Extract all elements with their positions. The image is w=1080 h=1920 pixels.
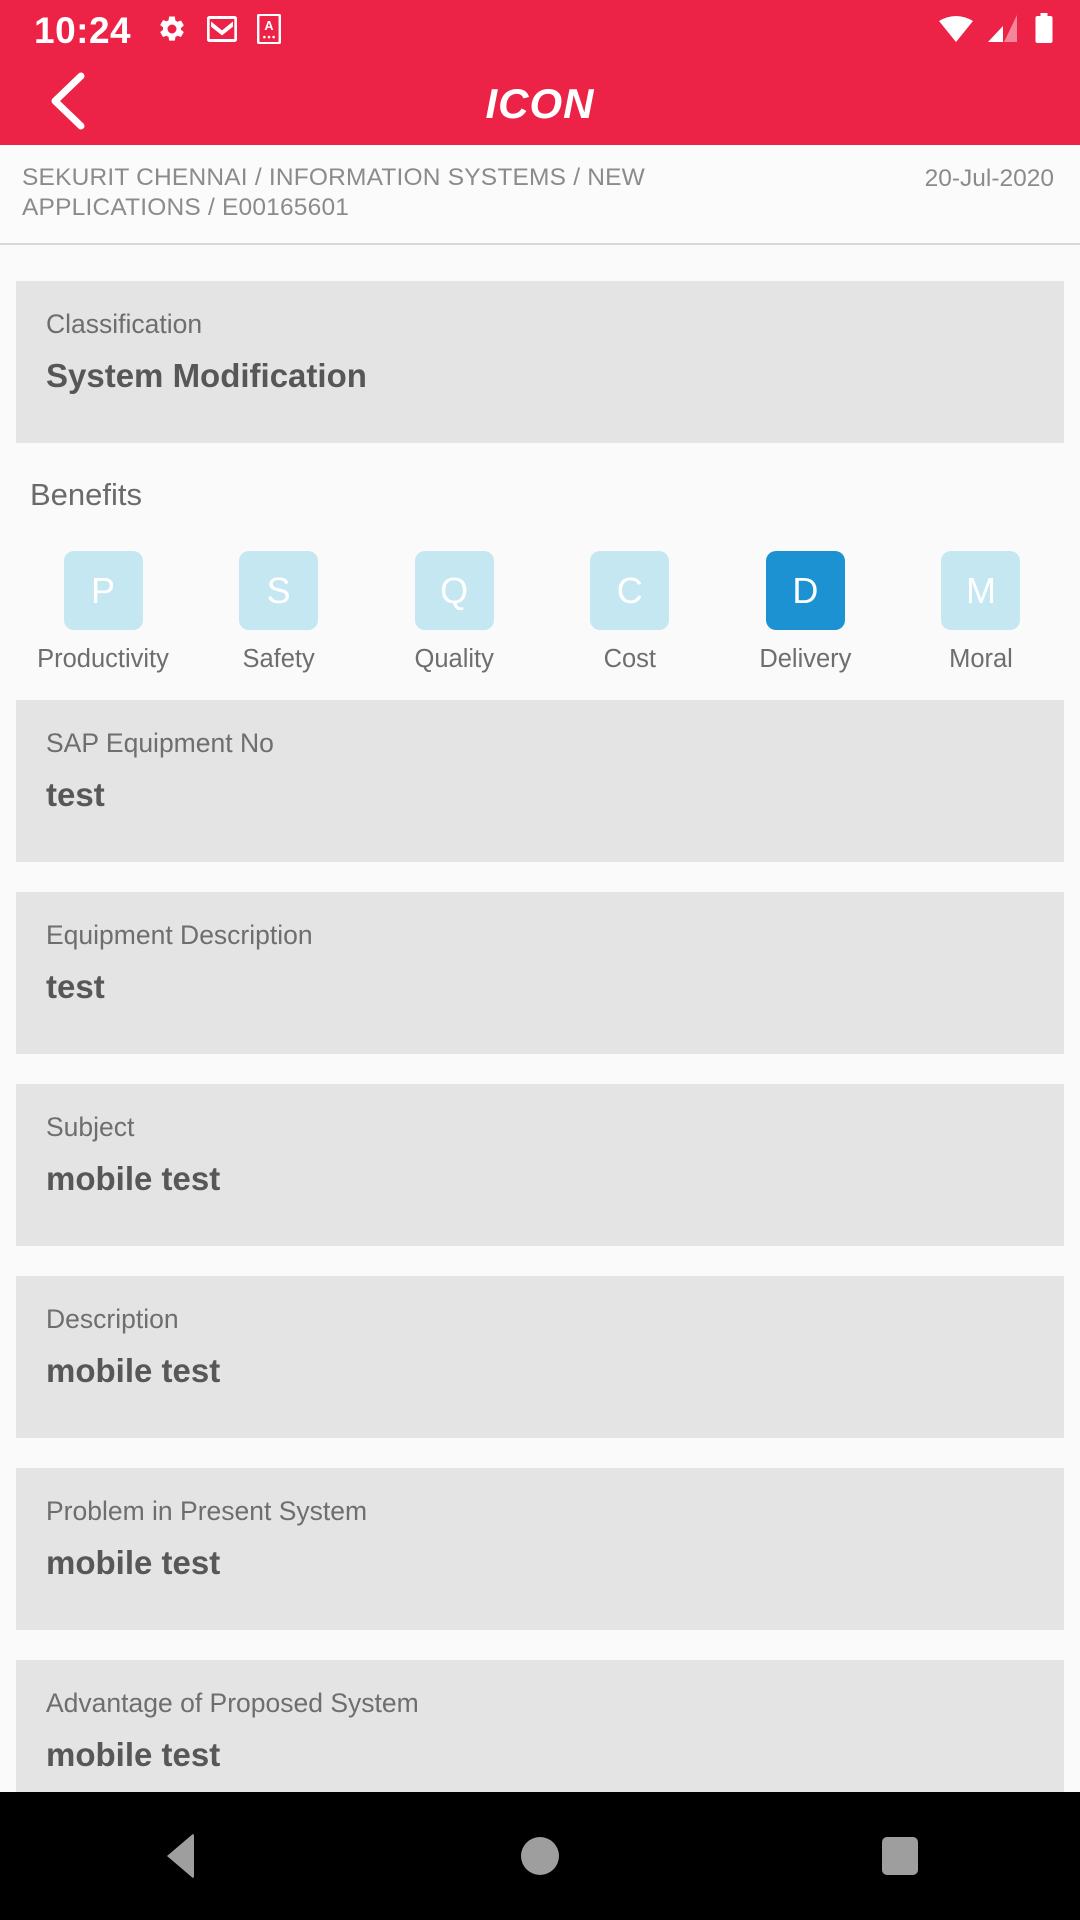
benefit-productivity[interactable]: P Productivity (28, 551, 178, 674)
status-right-icons (938, 13, 1054, 49)
card-gap (0, 1246, 1080, 1276)
nav-recents-button[interactable] (800, 1792, 1000, 1920)
benefits-section: Benefits (0, 443, 1080, 529)
signal-icon (987, 14, 1021, 49)
back-triangle-icon (166, 1833, 194, 1879)
app-a-icon: A (256, 12, 282, 49)
status-left-icons: A (157, 12, 282, 49)
card-gap (0, 862, 1080, 892)
field-label: Equipment Description (46, 920, 313, 950)
benefit-label-delivery: Delivery (759, 645, 852, 673)
recents-square-icon (882, 1837, 918, 1875)
benefit-label-safety: Safety (242, 645, 315, 673)
wifi-icon (938, 14, 974, 49)
gear-icon (157, 14, 187, 49)
svg-text:A: A (265, 19, 274, 33)
field-label: Advantage of Proposed System (46, 1688, 419, 1718)
benefit-delivery[interactable]: D Delivery (730, 551, 880, 674)
android-nav-bar (0, 1792, 1080, 1920)
back-button[interactable] (36, 72, 100, 136)
classification-label: Classification (46, 309, 203, 339)
benefit-tile-q[interactable]: Q (414, 551, 494, 630)
status-time: 10:24 (34, 10, 132, 51)
benefit-quality[interactable]: Q Quality (379, 551, 529, 674)
benefit-label-moral: Moral (949, 645, 1013, 673)
benefit-tile-m[interactable]: M (941, 551, 1021, 630)
field-card-equipment-description[interactable]: Equipment Description test (16, 892, 1064, 1054)
benefit-tile-p[interactable]: P (63, 551, 143, 630)
benefit-safety[interactable]: S Safety (204, 551, 354, 674)
field-label: Description (46, 1304, 179, 1334)
benefit-tile-c[interactable]: C (590, 551, 670, 630)
chevron-left-icon (45, 70, 91, 137)
field-card-description[interactable]: Description mobile test (16, 1276, 1064, 1438)
app-bar: ICON (0, 62, 1080, 145)
breadcrumb-date: 20-Jul-2020 (924, 165, 1054, 192)
field-card-problem-in-present-system[interactable]: Problem in Present System mobile test (16, 1468, 1064, 1630)
card-gap (0, 1438, 1080, 1468)
field-value: mobile test (46, 1736, 221, 1773)
benefit-label-quality: Quality (414, 645, 494, 673)
gmail-icon (206, 15, 238, 47)
phone-screen: 10:24 A ICON SEKURIT CHENNAI / INFORMATI… (0, 0, 1080, 1920)
benefits-row: P Productivity S Safety Q Quality C Cost… (0, 529, 1080, 674)
card-gap (0, 1630, 1080, 1660)
nav-home-button[interactable] (440, 1792, 640, 1920)
home-circle-icon (521, 1837, 559, 1875)
breadcrumb-path: SEKURIT CHENNAI / INFORMATION SYSTEMS / … (22, 164, 645, 221)
field-label: Problem in Present System (46, 1496, 368, 1526)
benefit-label-productivity: Productivity (37, 645, 169, 673)
field-value: mobile test (46, 1160, 221, 1197)
nav-back-button[interactable] (80, 1792, 280, 1920)
field-card-sap-equipment-no[interactable]: SAP Equipment No test (16, 700, 1064, 862)
benefit-tile-d[interactable]: D (765, 551, 845, 630)
field-card-subject[interactable]: Subject mobile test (16, 1084, 1064, 1246)
app-title: ICON (485, 79, 595, 127)
card-gap (0, 1054, 1080, 1084)
breadcrumb: SEKURIT CHENNAI / INFORMATION SYSTEMS / … (0, 145, 1080, 245)
field-label: SAP Equipment No (46, 728, 274, 758)
benefit-cost[interactable]: C Cost (555, 551, 705, 674)
benefits-title: Benefits (30, 477, 143, 512)
field-label: Subject (46, 1112, 135, 1142)
battery-icon (1034, 13, 1054, 49)
classification-card[interactable]: Classification System Modification (16, 281, 1064, 443)
field-value: test (46, 968, 105, 1005)
benefit-label-cost: Cost (603, 645, 656, 673)
field-value: mobile test (46, 1352, 221, 1389)
status-bar: 10:24 A (0, 0, 1080, 62)
field-value: mobile test (46, 1544, 221, 1581)
classification-value: System Modification (46, 357, 367, 394)
form-content: Classification System Modification Benef… (0, 245, 1080, 1822)
benefit-moral[interactable]: M Moral (906, 551, 1056, 674)
field-value: test (46, 776, 105, 813)
benefit-tile-s[interactable]: S (239, 551, 319, 630)
spacer-top (0, 245, 1080, 281)
benefits-bottom-pad (0, 674, 1080, 700)
